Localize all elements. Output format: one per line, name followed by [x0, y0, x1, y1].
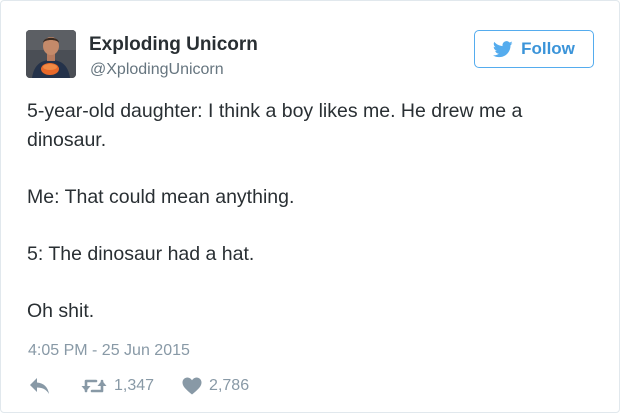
twitter-bird-icon [493, 40, 513, 57]
tweet-timestamp[interactable]: 4:05 PM - 25 Jun 2015 [28, 342, 190, 360]
tweet-actions: 1,347 2,786 [29, 374, 249, 398]
tweet-card: Exploding Unicorn @XplodingUnicorn Follo… [0, 0, 620, 413]
tweet-paragraph: 5: The dinosaur had a hat. [27, 243, 255, 265]
reply-icon [30, 378, 49, 394]
retweet-button[interactable]: 1,347 [81, 377, 154, 395]
follow-button[interactable]: Follow [474, 30, 594, 68]
tweet-paragraph: Me: That could mean anything. [27, 186, 295, 208]
screen-name[interactable]: @XplodingUnicorn [90, 61, 224, 79]
tweet-paragraph: Oh shit. [27, 300, 95, 322]
reply-button[interactable] [29, 377, 51, 395]
like-button[interactable]: 2,786 [182, 377, 249, 395]
follow-label: Follow [521, 39, 575, 58]
avatar[interactable] [26, 30, 76, 78]
display-name[interactable]: Exploding Unicorn [89, 34, 258, 56]
tweet-text: 5-year-old daughter: I think a boy likes… [27, 97, 597, 326]
retweet-icon [81, 379, 107, 393]
tweet-paragraph: 5-year-old daughter: I think a boy likes… [27, 100, 523, 151]
avatar-photo-icon [26, 30, 76, 78]
like-count: 2,786 [209, 377, 250, 394]
heart-icon [182, 377, 202, 395]
retweet-count: 1,347 [114, 377, 155, 394]
